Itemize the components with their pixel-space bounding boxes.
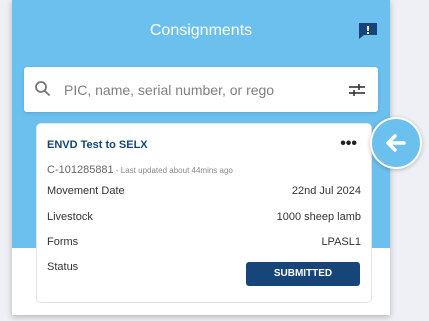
consignment-number: C-101285881 [47, 164, 114, 176]
row-label: Movement Date [47, 185, 125, 197]
filter-icon[interactable] [348, 81, 366, 99]
row-label: Livestock [47, 211, 93, 223]
movement-date-row: Movement Date 22nd Jul 2024 [47, 185, 361, 199]
row-value: 1000 sheep lamb [276, 211, 361, 223]
arrow-left-icon [386, 134, 406, 152]
status-badge[interactable]: SUBMITTED [246, 262, 360, 286]
consignment-title: ENVD Test to SELX [47, 139, 148, 151]
search-icon [35, 81, 51, 97]
consignment-subtitle: C-101285881 - Last updated about 44mins … [47, 164, 233, 176]
app-screen: Consignments ENVD Test to SELX ••• C-101… [12, 0, 390, 315]
search-bar [24, 67, 378, 112]
livestock-row: Livestock 1000 sheep lamb [47, 211, 361, 225]
back-button[interactable] [370, 117, 422, 169]
row-label: Forms [47, 236, 79, 248]
consignment-card[interactable]: ENVD Test to SELX ••• C-101285881 - Last… [36, 123, 372, 303]
row-value: 22nd Jul 2024 [291, 185, 361, 197]
chat-alert-button[interactable] [358, 22, 378, 40]
more-options-button[interactable]: ••• [340, 136, 357, 152]
forms-row: Forms LPASL1 [47, 236, 361, 250]
last-updated-text: - Last updated about 44mins ago [113, 166, 233, 175]
page-title: Consignments [149, 22, 253, 39]
search-input[interactable] [64, 67, 334, 112]
row-value: LPASL1 [321, 236, 361, 248]
row-label: Status [47, 261, 79, 273]
chat-alert-icon [359, 23, 377, 39]
